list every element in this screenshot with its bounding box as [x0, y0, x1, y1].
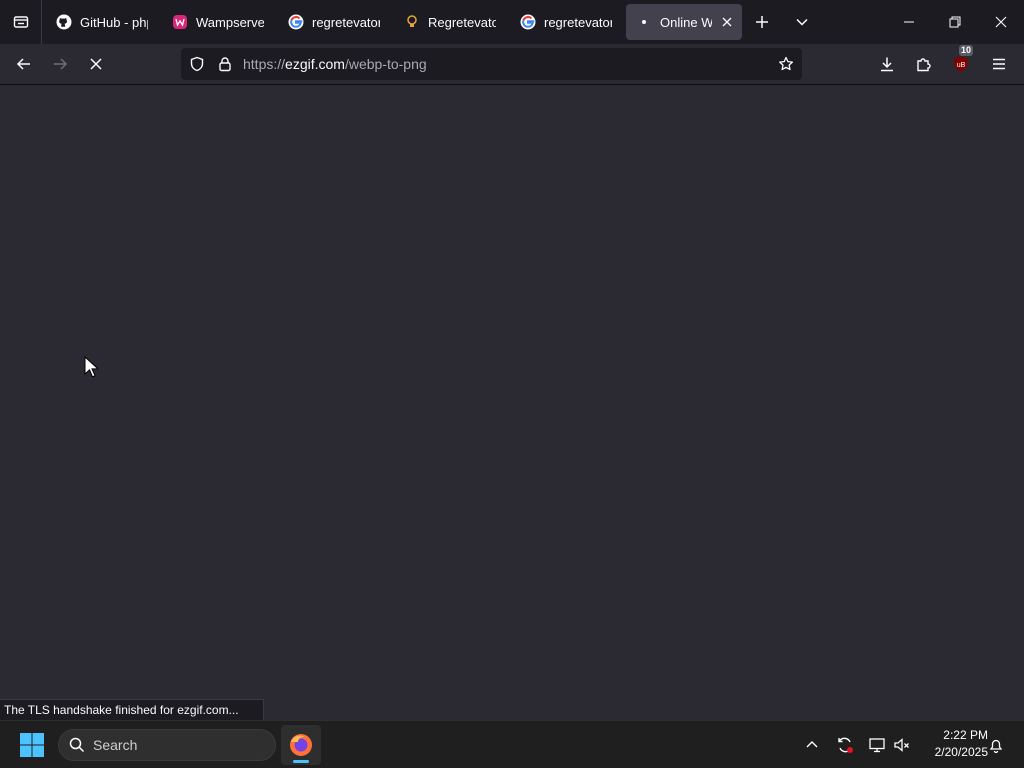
plus-icon: [756, 16, 768, 28]
wampserver-icon: [172, 14, 188, 30]
restore-icon: [949, 16, 961, 28]
firefox-view-button[interactable]: [0, 0, 42, 44]
taskbar-firefox[interactable]: [281, 725, 321, 765]
ublock-shield-icon: uB: [954, 56, 968, 72]
tab-label: Regretevator (: [428, 14, 496, 30]
extension-badge: 10: [959, 45, 974, 56]
search-label: Search: [93, 737, 138, 753]
url-text[interactable]: https://ezgif.com/webp-to-png: [243, 56, 427, 72]
forward-button[interactable]: [44, 48, 76, 80]
tab-online-webp[interactable]: Online Web: [626, 4, 742, 40]
close-tab-icon[interactable]: [722, 14, 732, 30]
chevron-up-icon: [806, 741, 818, 748]
monitor-icon: [869, 738, 885, 753]
display-tray-button[interactable]: [865, 733, 889, 757]
url-host: ezgif.com: [285, 56, 345, 72]
bell-icon: [989, 739, 1003, 753]
github-icon: [56, 14, 72, 30]
tracking-protection-shield-icon[interactable]: [189, 56, 205, 77]
page-content-area: [0, 85, 1024, 720]
tab-label: regretevator se: [312, 14, 380, 30]
sync-error-icon: [838, 737, 853, 753]
url-scheme: https://: [243, 56, 286, 72]
close-icon: [995, 16, 1007, 28]
minimize-button[interactable]: [886, 0, 932, 44]
arrow-right-icon: [54, 58, 68, 70]
tab-wampserver[interactable]: Wampserver -: [162, 4, 274, 40]
windows-taskbar: Search 2:22 PM 2/20/2025: [0, 720, 1024, 768]
notifications-button[interactable]: [984, 733, 1008, 757]
close-window-button[interactable]: [978, 0, 1024, 44]
google-icon: [520, 14, 536, 30]
download-icon: [881, 57, 893, 72]
list-all-tabs-button[interactable]: [786, 6, 818, 38]
show-hidden-icons-button[interactable]: [800, 733, 824, 757]
tab-label: regretevator w: [544, 14, 612, 30]
sync-tray-button[interactable]: [833, 733, 857, 757]
search-icon: [69, 737, 85, 753]
clock-time: 2:22 PM: [943, 728, 988, 742]
loading-dot-icon: [636, 14, 652, 30]
restore-button[interactable]: [932, 0, 978, 44]
google-icon: [288, 14, 304, 30]
back-button[interactable]: [8, 48, 40, 80]
extensions-button[interactable]: [908, 48, 940, 80]
start-button[interactable]: [14, 730, 50, 760]
tab-bar: GitHub - phps Wampserver - regretevator …: [0, 0, 1024, 44]
url-path: /webp-to-png: [344, 56, 427, 72]
active-app-indicator: [293, 760, 309, 763]
status-panel: The TLS handshake finished for ezgif.com…: [0, 699, 264, 720]
chevron-down-icon: [796, 18, 808, 26]
clock-date: 2/20/2025: [934, 745, 988, 759]
windows-logo-icon: [20, 733, 44, 757]
taskbar-clock[interactable]: 2:22 PM 2/20/2025: [918, 727, 988, 761]
firefox-view-icon: [13, 16, 28, 28]
bookmark-star-icon[interactable]: [778, 56, 794, 77]
tab-github[interactable]: GitHub - phps: [46, 4, 158, 40]
hamburger-menu-icon: [993, 58, 1005, 70]
bulb-icon: [404, 14, 420, 30]
speaker-muted-icon: [894, 738, 909, 752]
tab-label: GitHub - phps: [80, 14, 148, 30]
svg-text:uB: uB: [957, 62, 966, 69]
downloads-button[interactable]: [871, 48, 903, 80]
tab-label: Online Web: [660, 14, 712, 30]
puzzle-piece-icon: [917, 58, 931, 72]
navigation-toolbar: https://ezgif.com/webp-to-png uB 10: [0, 44, 1024, 85]
address-bar[interactable]: https://ezgif.com/webp-to-png: [181, 48, 802, 80]
tab-regretevator-fandom[interactable]: Regretevator (: [394, 4, 506, 40]
tab-regretevator-search-2[interactable]: regretevator w: [510, 4, 622, 40]
arrow-left-icon: [16, 58, 30, 70]
firefox-logo-icon: [290, 734, 312, 756]
app-menu-button[interactable]: [983, 48, 1015, 80]
tab-label: Wampserver -: [196, 14, 264, 30]
stop-button[interactable]: [80, 48, 112, 80]
volume-tray-button[interactable]: [890, 733, 914, 757]
stop-x-icon: [90, 58, 102, 70]
taskbar-search[interactable]: Search: [58, 729, 276, 761]
lock-icon[interactable]: [217, 56, 233, 77]
minimize-icon: [904, 21, 914, 23]
new-tab-button[interactable]: [746, 6, 778, 38]
ublock-origin-button[interactable]: uB 10: [945, 45, 977, 80]
mouse-pointer-icon: [84, 355, 100, 383]
tab-regretevator-search-1[interactable]: regretevator se: [278, 4, 390, 40]
